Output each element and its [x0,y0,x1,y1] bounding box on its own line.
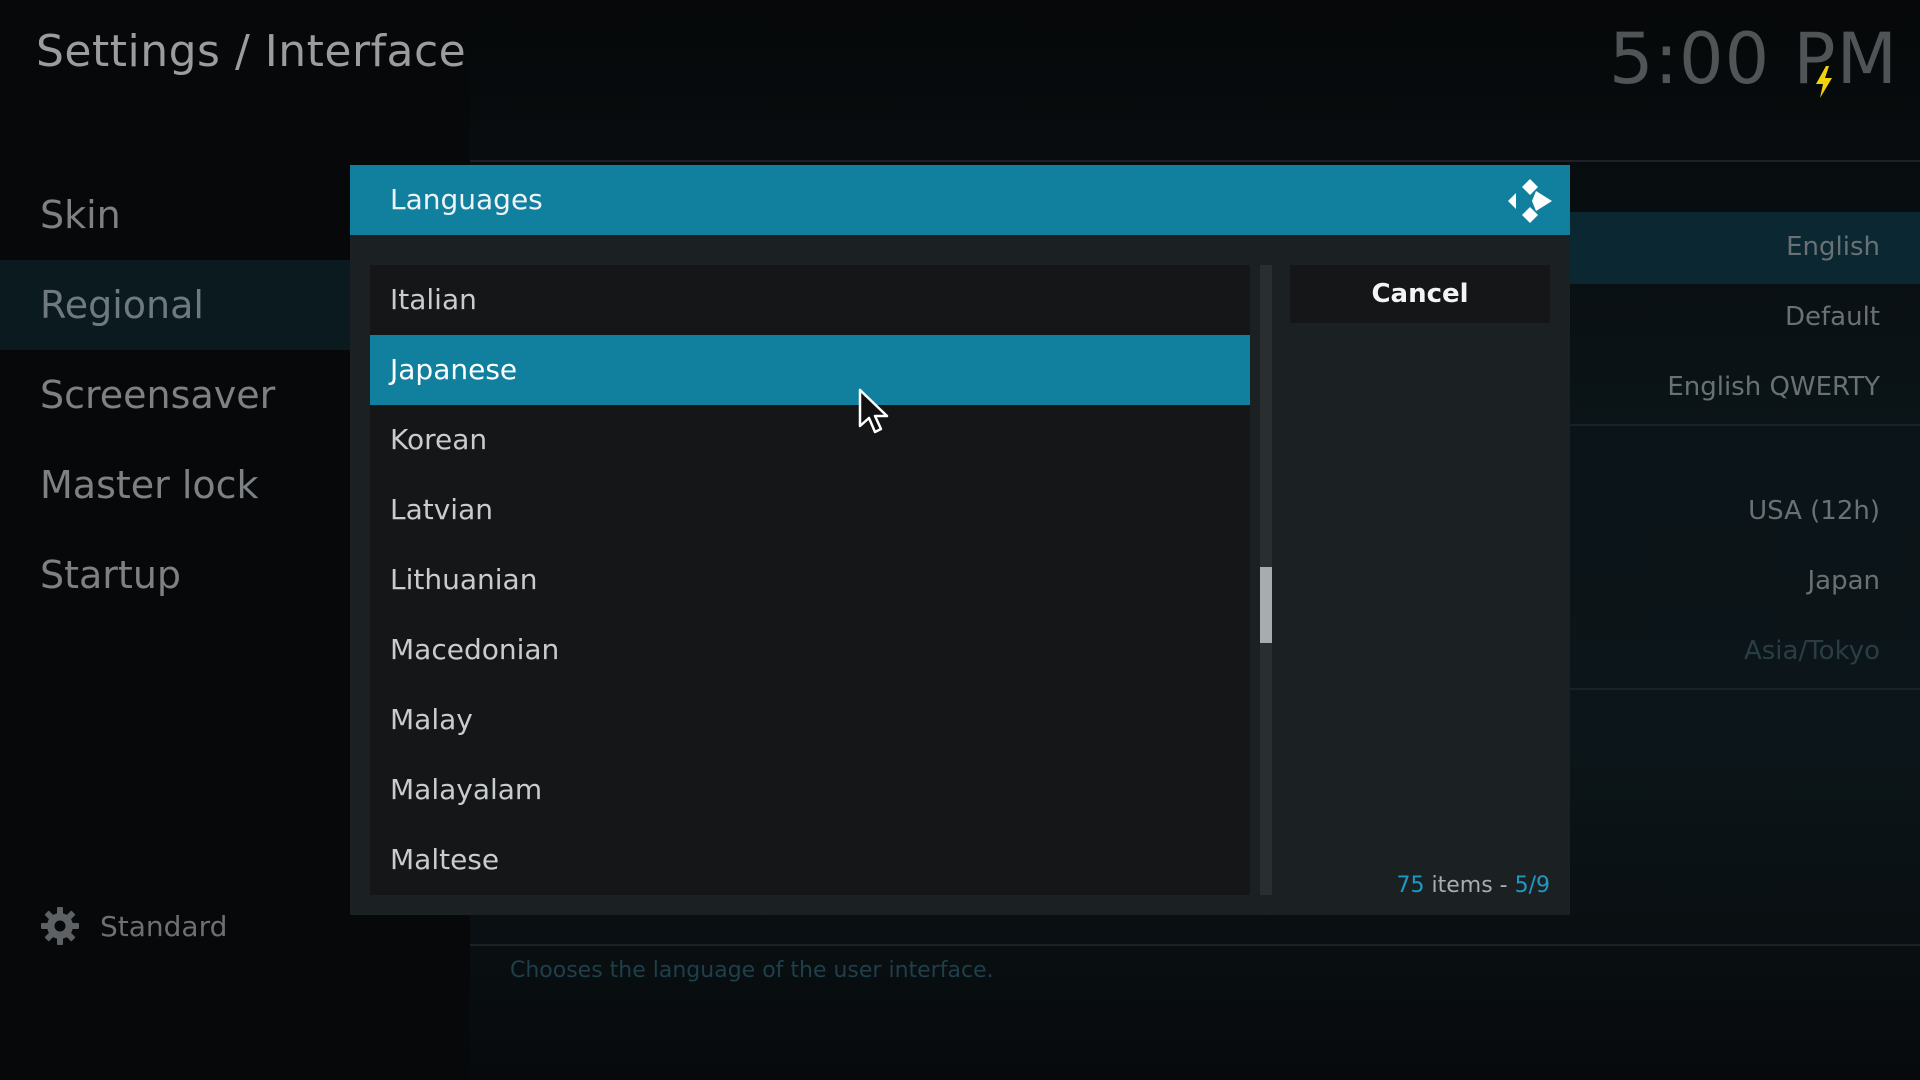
list-item[interactable]: Malayalam [370,755,1250,825]
setting-value-keyboard[interactable]: English QWERTY [1667,372,1880,402]
items-total: 75 [1396,873,1425,898]
page-title: Settings / Interface [36,26,467,77]
list-item[interactable]: Macedonian [370,615,1250,685]
scrollbar-thumb[interactable] [1260,567,1272,643]
setting-value-charset[interactable]: Default [1785,302,1880,332]
divider [470,160,1920,162]
list-item-selected[interactable]: Japanese [370,335,1250,405]
divider [1570,424,1920,426]
divider [1570,688,1920,690]
setting-value-language[interactable]: English [1786,232,1880,262]
setting-value-timezone: Asia/Tokyo [1743,636,1880,666]
language-list: Italian Japanese Korean Latvian Lithuani… [370,265,1250,895]
settings-level-button[interactable]: Standard [40,904,227,948]
items-count: 75 items - 5/9 [1397,873,1551,898]
list-item[interactable]: Latvian [370,475,1250,545]
gear-icon [41,907,79,945]
page-indicator: 5/9 [1514,873,1550,898]
list-item[interactable]: Korean [370,405,1250,475]
languages-dialog: Languages Italian Japanese Korean Latvia… [350,165,1570,915]
cancel-button[interactable]: Cancel [1290,265,1550,323]
dialog-title: Languages [390,183,543,216]
list-item[interactable]: Malay [370,685,1250,755]
divider [470,944,1920,946]
setting-value-region[interactable]: USA (12h) [1748,496,1880,526]
dialog-header: Languages [350,165,1570,235]
setting-value-timezone-country[interactable]: Japan [1807,566,1880,596]
setting-description: Chooses the language of the user interfa… [510,958,994,983]
list-item[interactable]: Maltese [370,825,1250,895]
kodi-logo-icon [1508,179,1552,223]
bolt-icon [1816,66,1832,98]
list-item[interactable]: Italian [370,265,1250,335]
items-label: items - [1424,873,1515,898]
clock: 5:00 PM [1608,18,1898,100]
list-item[interactable]: Lithuanian [370,545,1250,615]
mouse-cursor-icon [858,388,889,434]
settings-level-label: Standard [100,909,228,943]
